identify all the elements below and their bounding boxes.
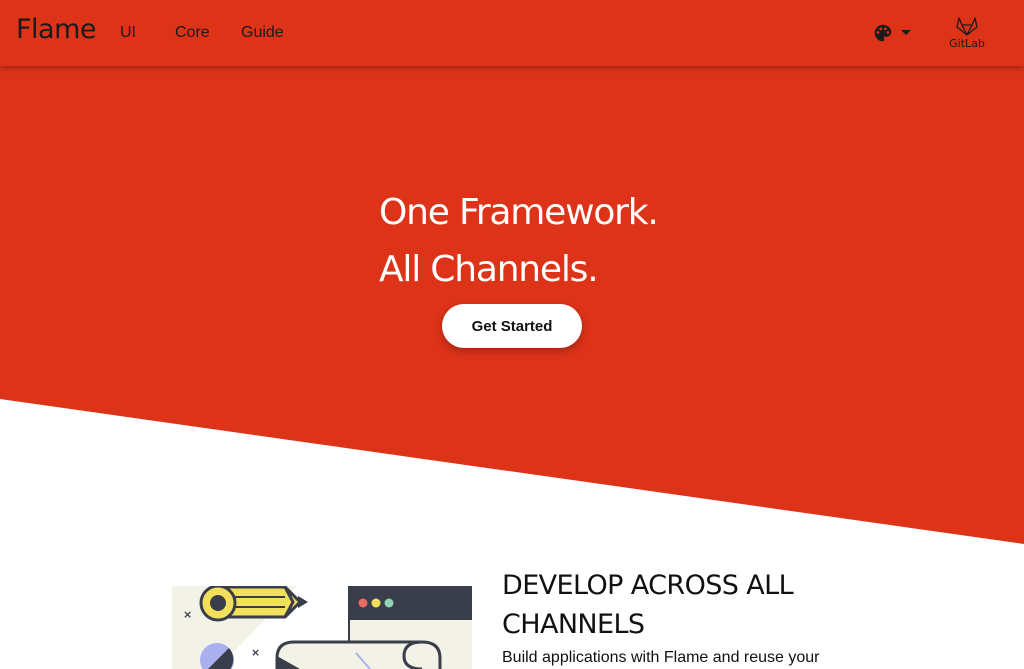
envelope-icon <box>275 640 442 669</box>
hero-title-line: All Channels. <box>379 249 599 290</box>
feature-description: Build applications with Flame and reuse … <box>502 649 820 666</box>
gitlab-icon <box>956 17 978 36</box>
nav-link-ui[interactable]: UI <box>120 24 136 42</box>
nav-link-guide[interactable]: Guide <box>241 24 284 42</box>
hero-title: One Framework. All Channels. <box>379 184 659 298</box>
svg-text:×: × <box>183 608 192 621</box>
hero-title-line: One Framework. <box>379 192 659 233</box>
svg-text:×: × <box>251 646 260 659</box>
gitlab-link[interactable]: GitLab <box>944 14 990 54</box>
feature-heading: DEVELOP ACROSS ALL CHANNELS <box>502 570 794 640</box>
brand-logo[interactable]: Flame <box>16 14 97 45</box>
feature-illustration: × × <box>172 586 472 669</box>
top-navbar: Flame UI Core Guide GitLab <box>0 0 1024 66</box>
theme-picker-dropdown[interactable] <box>872 22 912 44</box>
gitlab-label: GitLab <box>949 37 985 50</box>
palette-icon <box>874 24 892 42</box>
get-started-button[interactable]: Get Started <box>442 304 582 348</box>
chevron-down-icon <box>901 30 911 35</box>
nav-link-core[interactable]: Core <box>175 24 210 42</box>
